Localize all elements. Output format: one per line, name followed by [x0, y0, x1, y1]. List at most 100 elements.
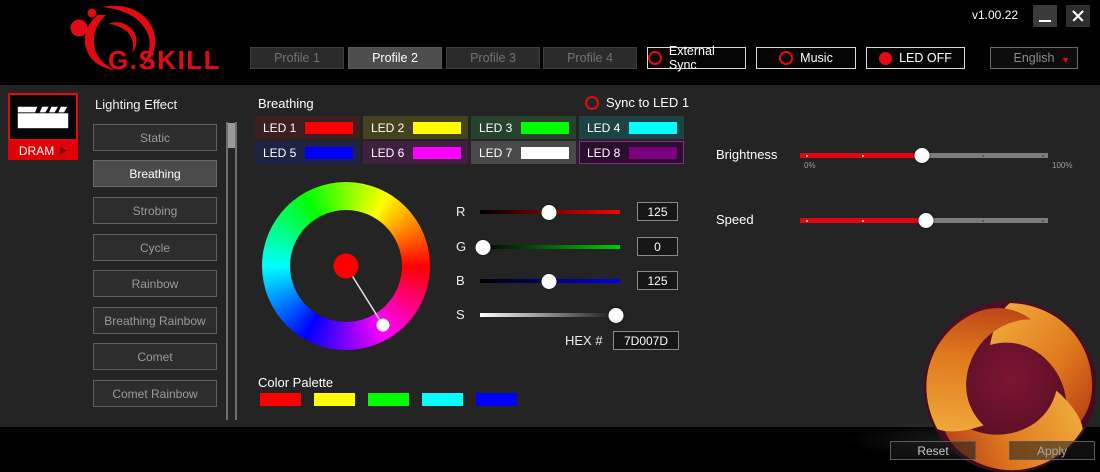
minimize-button[interactable] [1033, 5, 1057, 27]
green-slider-label: G [456, 239, 467, 254]
tab-profile-2[interactable]: Profile 2 [348, 47, 442, 69]
led-8-swatch [629, 146, 677, 159]
scrollbar-thumb[interactable] [228, 123, 235, 148]
tick-mark [982, 154, 984, 157]
led-off-dot-icon [879, 51, 893, 65]
saturation-slider-thumb[interactable] [608, 307, 624, 323]
brightness-slider[interactable] [800, 148, 1048, 163]
device-dram-tile[interactable]: DRAM ▶ [8, 93, 78, 160]
brightness-slider-thumb[interactable] [914, 148, 930, 163]
tick-mark [1042, 219, 1044, 222]
led-7-swatch [521, 146, 569, 159]
red-slider[interactable] [480, 204, 620, 220]
led-1-tile[interactable]: LED 1 [255, 116, 360, 139]
palette-swatch-blue[interactable] [476, 393, 517, 406]
blue-slider-row: B 125 [456, 271, 681, 291]
color-palette [260, 393, 517, 406]
external-sync-button[interactable]: External Sync [647, 44, 746, 72]
tick-mark [1042, 154, 1044, 157]
tab-profile-3[interactable]: Profile 3 [446, 47, 540, 69]
color-wheel[interactable] [262, 182, 430, 350]
led-4-swatch [629, 121, 677, 134]
reset-button[interactable]: Reset [890, 441, 976, 460]
green-value-box[interactable]: 0 [637, 237, 678, 256]
minimize-icon [1039, 20, 1051, 22]
gskill-logo: G.SKILL [52, 2, 230, 85]
led-1-label: LED 1 [263, 120, 297, 135]
tab-profile-4[interactable]: Profile 4 [543, 47, 637, 69]
language-dropdown[interactable]: English ▼ [990, 47, 1078, 69]
led-6-label: LED 6 [371, 145, 405, 160]
red-value-box[interactable]: 125 [637, 202, 678, 221]
effect-list-scrollbar[interactable] [226, 122, 237, 420]
red-slider-thumb[interactable] [541, 204, 557, 220]
brand-text: G.SKILL [108, 45, 221, 75]
music-ring-icon [779, 51, 794, 65]
radio-ring-icon [585, 95, 599, 110]
effect-breathing[interactable]: Breathing [93, 160, 217, 187]
language-value: English [1013, 51, 1055, 65]
speed-slider-thumb[interactable] [918, 213, 934, 228]
panel-title: Breathing [258, 96, 314, 111]
tick-mark [862, 154, 864, 157]
ram-stick-icon [17, 106, 69, 129]
gskill-dragon-icon: G.SKILL [70, 5, 221, 75]
apply-button[interactable]: Apply [1009, 441, 1095, 460]
blue-value-box[interactable]: 125 [637, 271, 678, 290]
led-6-tile[interactable]: LED 6 [363, 141, 468, 164]
palette-swatch-yellow[interactable] [314, 393, 355, 406]
color-palette-title: Color Palette [258, 375, 334, 390]
brightness-fill [800, 153, 922, 158]
blue-slider-label: B [456, 273, 465, 288]
led-5-tile[interactable]: LED 5 [255, 141, 360, 164]
dram-label: DRAM [18, 143, 55, 158]
saturation-slider-row: S [456, 305, 681, 325]
led-8-label: LED 8 [587, 145, 621, 160]
led-2-tile[interactable]: LED 2 [363, 116, 468, 139]
led-3-label: LED 3 [479, 120, 513, 135]
blue-slider[interactable] [480, 273, 620, 289]
speed-slider[interactable] [800, 213, 1048, 228]
speed-row: Speed [716, 209, 1082, 243]
led-3-swatch [521, 121, 569, 134]
led-off-button[interactable]: LED OFF [866, 47, 965, 69]
led-8-tile[interactable]: LED 8 [579, 141, 684, 164]
effect-cycle[interactable]: Cycle [93, 234, 217, 261]
brightness-min-label: 0% [804, 161, 816, 170]
brightness-label: Brightness [716, 147, 778, 162]
hex-value-box[interactable]: 7D007D [613, 331, 679, 350]
tick-mark [806, 154, 808, 157]
saturation-slider[interactable] [480, 307, 624, 323]
close-button[interactable] [1066, 5, 1090, 27]
led-5-label: LED 5 [263, 145, 297, 160]
dram-label-bar: DRAM ▶ [8, 141, 78, 160]
brightness-row: Brightness 0% 100% [716, 144, 1082, 178]
led-7-tile[interactable]: LED 7 [471, 141, 576, 164]
effect-strobing[interactable]: Strobing [93, 197, 217, 224]
wheel-center-dot [333, 253, 359, 279]
effect-comet-rainbow[interactable]: Comet Rainbow [93, 380, 217, 407]
app-window: G.SKILL v1.00.22 Profile 1 Profile 2 Pro… [0, 0, 1100, 472]
tick-mark [982, 219, 984, 222]
lighting-effect-title: Lighting Effect [95, 97, 178, 112]
led-7-label: LED 7 [479, 145, 513, 160]
led-2-swatch [413, 121, 461, 134]
effect-breathing-rainbow[interactable]: Breathing Rainbow [93, 307, 217, 334]
green-slider[interactable] [475, 239, 620, 255]
tick-mark [806, 219, 808, 222]
music-button[interactable]: Music [756, 47, 856, 69]
tab-profile-1[interactable]: Profile 1 [250, 47, 344, 69]
effect-rainbow[interactable]: Rainbow [93, 270, 217, 297]
palette-swatch-red[interactable] [260, 393, 301, 406]
green-slider-thumb[interactable] [475, 239, 491, 255]
led-3-tile[interactable]: LED 3 [471, 116, 576, 139]
effect-comet[interactable]: Comet [93, 343, 217, 370]
effect-static[interactable]: Static [93, 124, 217, 151]
blue-slider-thumb[interactable] [541, 273, 557, 289]
led-2-label: LED 2 [371, 120, 405, 135]
led-4-tile[interactable]: LED 4 [579, 116, 684, 139]
wheel-hue-marker[interactable] [376, 318, 390, 332]
palette-swatch-cyan[interactable] [422, 393, 463, 406]
palette-swatch-green[interactable] [368, 393, 409, 406]
sync-to-led1-radio[interactable]: Sync to LED 1 [585, 95, 689, 110]
